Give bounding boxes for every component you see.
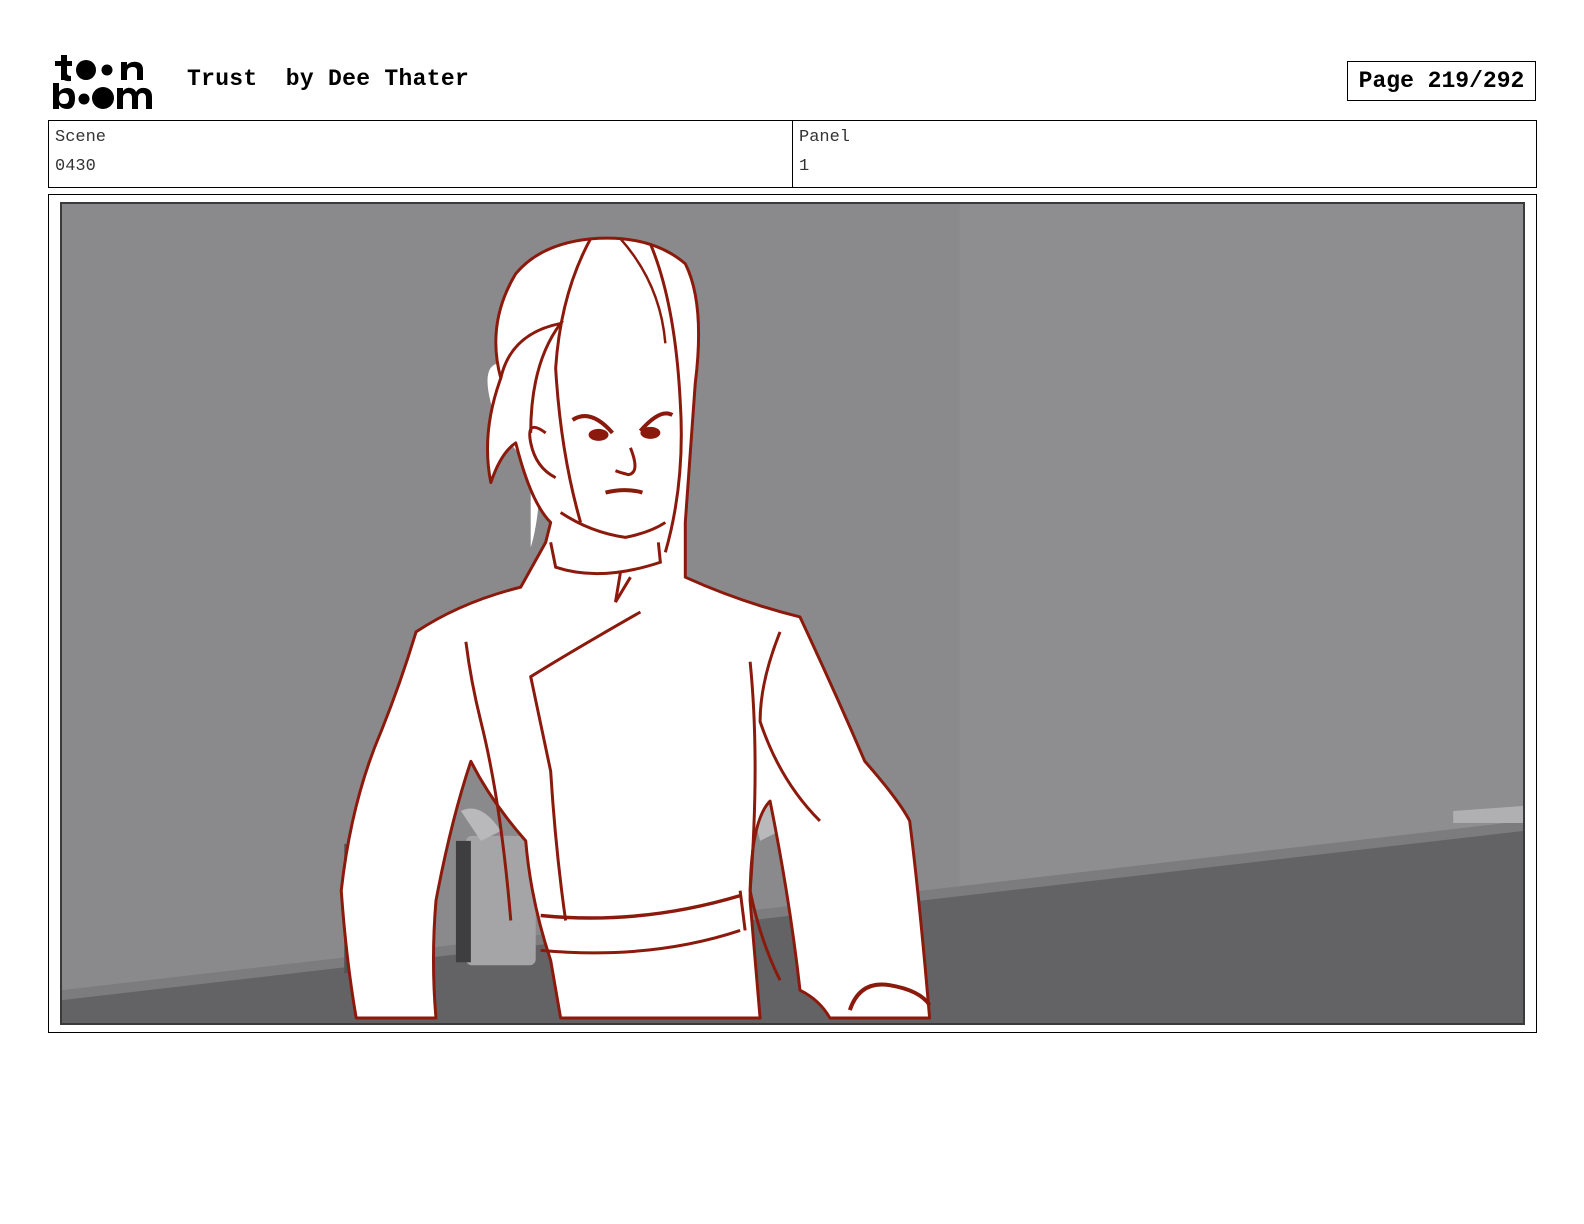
page-number: Page 219/292 — [1358, 68, 1525, 94]
panel-cell: Panel 1 — [792, 121, 1536, 187]
storyboard-panel-image — [60, 202, 1525, 1025]
scene-cell: Scene 0430 — [49, 121, 792, 187]
scene-label: Scene — [55, 128, 107, 147]
storyboard-sketch-icon — [62, 204, 1523, 1023]
page-number-box: Page 219/292 — [1347, 61, 1536, 101]
scene-panel-info-table: Scene 0430 Panel 1 — [48, 120, 1537, 188]
panel-label: Panel — [799, 128, 851, 147]
document-title: Trust by Dee Thater — [187, 66, 470, 92]
panel-value: 1 — [799, 157, 810, 176]
toon-boom-logo — [51, 52, 163, 112]
scene-value: 0430 — [55, 157, 96, 176]
storyboard-panel-frame — [48, 194, 1537, 1033]
